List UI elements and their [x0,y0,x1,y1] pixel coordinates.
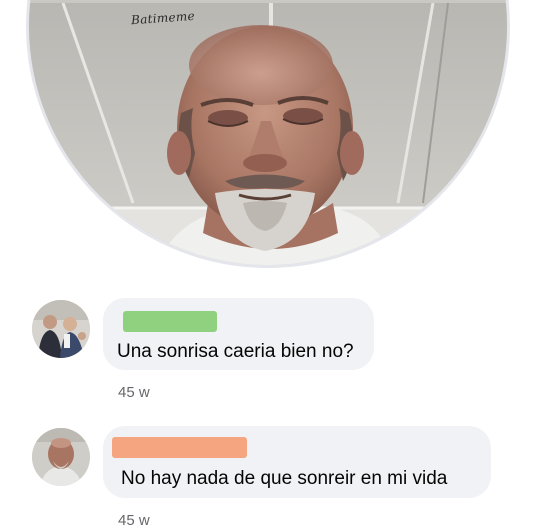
commenter-avatar[interactable] [32,300,90,358]
comment-timestamp[interactable]: 45 w [118,512,150,529]
commenter-name-redacted[interactable] [123,311,217,332]
comment-timestamp[interactable]: 45 w [118,384,150,401]
comment-text: No hay nada de que sonreir en mi vida [121,468,448,489]
comment-text: Una sonrisa caeria bien no? [117,341,354,362]
avatar-image [32,428,90,486]
avatar-image [32,300,90,358]
profile-photo-image [29,3,507,265]
comment-bubble: Una sonrisa caeria bien no? [103,298,374,370]
profile-picture[interactable]: Batimeme [26,0,510,268]
commenter-avatar[interactable] [32,428,90,486]
comment-bubble: No hay nada de que sonreir en mi vida [103,426,491,498]
commenter-name-redacted[interactable] [112,437,247,458]
